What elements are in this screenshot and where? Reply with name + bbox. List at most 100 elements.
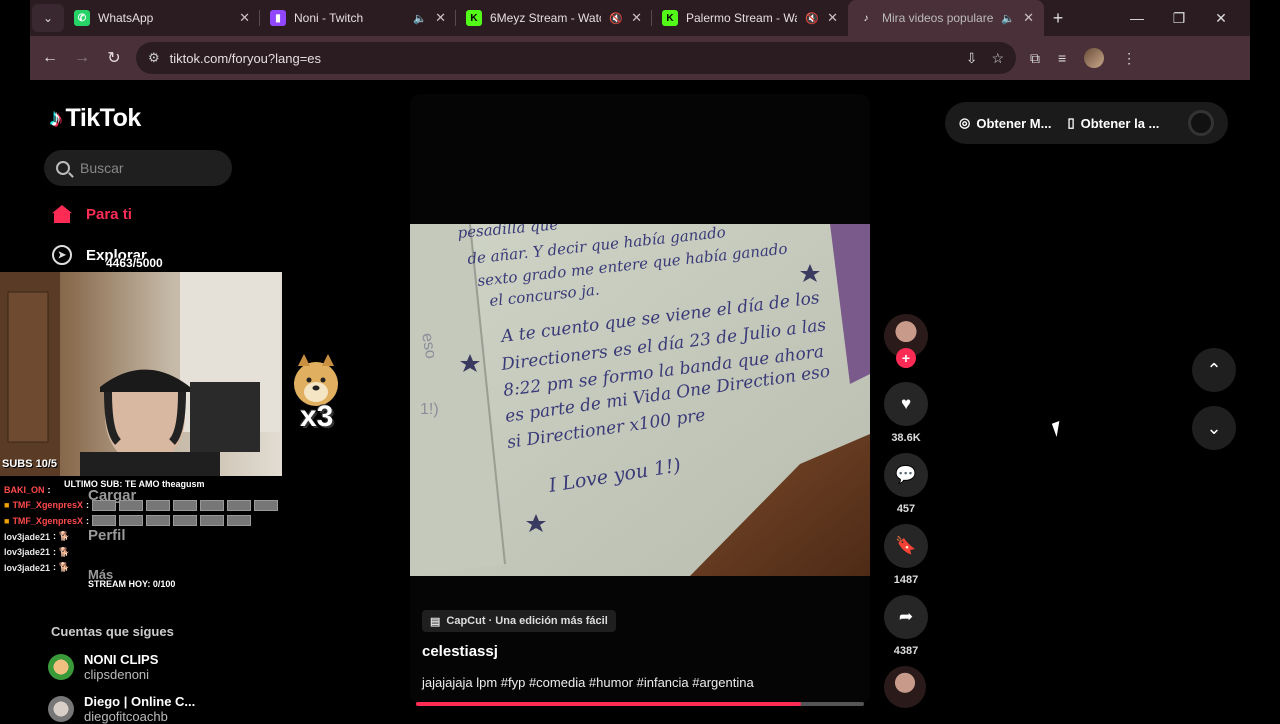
mouse-cursor xyxy=(1051,421,1065,437)
sub-goal-counter: 4463/5000 xyxy=(106,256,163,270)
like-count: 38.6K xyxy=(891,432,921,444)
close-icon[interactable]: ✕ xyxy=(435,10,446,26)
video-player[interactable]: eso 1!) pesadilla que de añar. Y decir q… xyxy=(410,224,870,576)
webcam-overlay xyxy=(0,272,282,476)
avatar xyxy=(48,654,74,680)
bookmark-icon: 🔖 xyxy=(895,536,917,555)
share-button[interactable]: ➦ xyxy=(884,595,928,639)
close-window-icon[interactable]: ✕ xyxy=(1200,10,1242,27)
get-pc-app-button[interactable]: ◎ Obtener M... xyxy=(959,115,1051,131)
share-count: 4387 xyxy=(893,645,919,657)
tab-twitch[interactable]: ▮ Noni - Twitch 🔈 ✕ xyxy=(260,0,456,36)
emote-icon xyxy=(118,515,143,527)
save-count: 1487 xyxy=(893,574,919,586)
compass-icon: ➤ xyxy=(52,245,72,265)
close-icon[interactable]: ✕ xyxy=(827,10,838,26)
video-progress-bar[interactable] xyxy=(416,702,864,706)
following-title: Cuentas que sigues xyxy=(51,624,174,639)
chevron-up-icon: ⌃ xyxy=(1206,359,1222,380)
chat-line: ■ TMF_XgenpresX: xyxy=(4,498,284,514)
save-button[interactable]: 🔖 xyxy=(884,524,928,568)
kick-icon: K xyxy=(466,10,482,26)
multiplier-label: x3 xyxy=(300,400,334,433)
emote-icon xyxy=(91,515,116,527)
restore-icon[interactable]: ❐ xyxy=(1158,10,1200,27)
home-icon xyxy=(52,205,72,223)
kick-icon: K xyxy=(662,10,678,26)
muted-speaker-icon[interactable]: 🔇 xyxy=(805,12,819,25)
emote-icon xyxy=(253,499,278,511)
forward-icon[interactable]: → xyxy=(66,49,98,67)
subs-counter: SUBS 10/5 xyxy=(2,458,58,470)
following-account[interactable]: NONI CLIPS clipsdenoni xyxy=(48,652,158,682)
speaker-icon[interactable]: 🔈 xyxy=(413,12,427,25)
chevron-down-icon: ⌄ xyxy=(1206,417,1222,438)
get-app-bar: ◎ Obtener M... ▯ Obtener la ... xyxy=(945,102,1228,144)
capcut-tag[interactable]: ▤ CapCut · Una edición más fácil xyxy=(422,610,616,632)
whatsapp-icon: ✆ xyxy=(74,10,90,26)
twitch-icon: ▮ xyxy=(270,10,286,26)
chat-line: lov3jade21: 🐕 xyxy=(4,546,70,558)
phone-icon: ▯ xyxy=(1067,115,1075,130)
loading-spinner xyxy=(1188,110,1214,136)
extensions-icon[interactable]: ⧉ xyxy=(1030,50,1040,67)
close-icon[interactable]: ✕ xyxy=(239,10,250,26)
emote-icon xyxy=(172,499,197,511)
tab-search-button[interactable]: ⌄ xyxy=(32,4,64,32)
speaker-icon[interactable]: 🔈 xyxy=(1001,12,1015,25)
follow-plus-icon[interactable]: + xyxy=(896,348,916,368)
tab-6meyz[interactable]: K 6Meyz Stream - Watch 🔇 ✕ xyxy=(456,0,652,36)
svg-text:1!): 1!) xyxy=(420,401,439,418)
video-frame: eso 1!) pesadilla que de añar. Y decir q… xyxy=(410,224,870,576)
capcut-icon: ▤ xyxy=(430,615,441,628)
minimize-icon[interactable]: — xyxy=(1116,10,1158,26)
emote-icon xyxy=(226,499,251,511)
back-icon[interactable]: ← xyxy=(34,49,66,67)
share-arrow-icon: ➦ xyxy=(898,607,914,626)
get-mobile-app-button[interactable]: ▯ Obtener la ... xyxy=(1067,115,1159,131)
comment-icon: 💬 xyxy=(895,465,917,484)
previous-video-button[interactable]: ⌃ xyxy=(1192,348,1236,392)
reload-icon[interactable]: ↻ xyxy=(98,48,130,68)
emote-icon xyxy=(226,515,251,527)
chat-line: lov3jade21: 🐕 xyxy=(4,531,70,542)
profile-avatar[interactable] xyxy=(1084,48,1105,68)
emote-icon xyxy=(91,499,116,511)
tiktok-icon: ♪ xyxy=(863,12,869,24)
video-username[interactable]: celestiassj xyxy=(422,643,498,660)
emote-icon xyxy=(172,515,197,527)
emote-icon xyxy=(145,499,170,511)
video-caption[interactable]: jajajajaja lpm #fyp #comedia #humor #inf… xyxy=(422,675,754,690)
tab-palermo[interactable]: K Palermo Stream - Watch 🔇 ✕ xyxy=(652,0,848,36)
install-app-icon[interactable]: ⇩ xyxy=(966,50,978,67)
emote-icon xyxy=(199,515,224,527)
site-settings-icon[interactable]: ⚙ xyxy=(148,50,160,66)
muted-speaker-icon[interactable]: 🔇 xyxy=(609,12,623,25)
more-menu-icon[interactable]: ⋮ xyxy=(1122,50,1136,67)
window-controls: — ❐ ✕ xyxy=(1116,0,1242,36)
url-bar[interactable]: ⚙ tiktok.com/foryou?lang=es ⇩ ☆ xyxy=(136,42,1016,74)
close-icon[interactable]: ✕ xyxy=(631,10,642,26)
music-disc-avatar[interactable] xyxy=(884,666,926,708)
comment-count: 457 xyxy=(896,503,916,515)
nav-para-ti[interactable]: Para ti xyxy=(52,205,132,223)
close-icon[interactable]: ✕ xyxy=(1023,10,1034,26)
tab-tiktok[interactable]: ♪ Mira videos populares s 🔈 ✕ xyxy=(848,0,1044,36)
bookmark-star-icon[interactable]: ☆ xyxy=(991,50,1004,67)
search-input[interactable]: Buscar xyxy=(44,150,232,186)
avatar xyxy=(48,696,74,722)
media-controls-icon[interactable]: ≡ xyxy=(1058,50,1066,66)
video-progress-fill xyxy=(416,702,802,706)
like-button[interactable]: ♥ xyxy=(884,382,928,426)
search-icon xyxy=(56,161,70,175)
tab-strip: ⌄ ✆ WhatsApp ✕ ▮ Noni - Twitch 🔈 ✕ K 6Me… xyxy=(30,0,1250,36)
comment-button[interactable]: 💬 xyxy=(884,453,928,497)
next-video-button[interactable]: ⌄ xyxy=(1192,406,1236,450)
new-tab-button[interactable]: + xyxy=(1044,8,1072,29)
webcam-feed xyxy=(0,272,280,476)
emote-icon xyxy=(145,515,170,527)
address-bar-row: ← → ↻ ⚙ tiktok.com/foryou?lang=es ⇩ ☆ ⧉ … xyxy=(30,36,1250,80)
tiktok-logo[interactable]: ♪ TikTok xyxy=(50,104,141,133)
tab-whatsapp[interactable]: ✆ WhatsApp ✕ xyxy=(64,0,260,36)
tiktok-note-icon: ♪ xyxy=(50,104,62,132)
